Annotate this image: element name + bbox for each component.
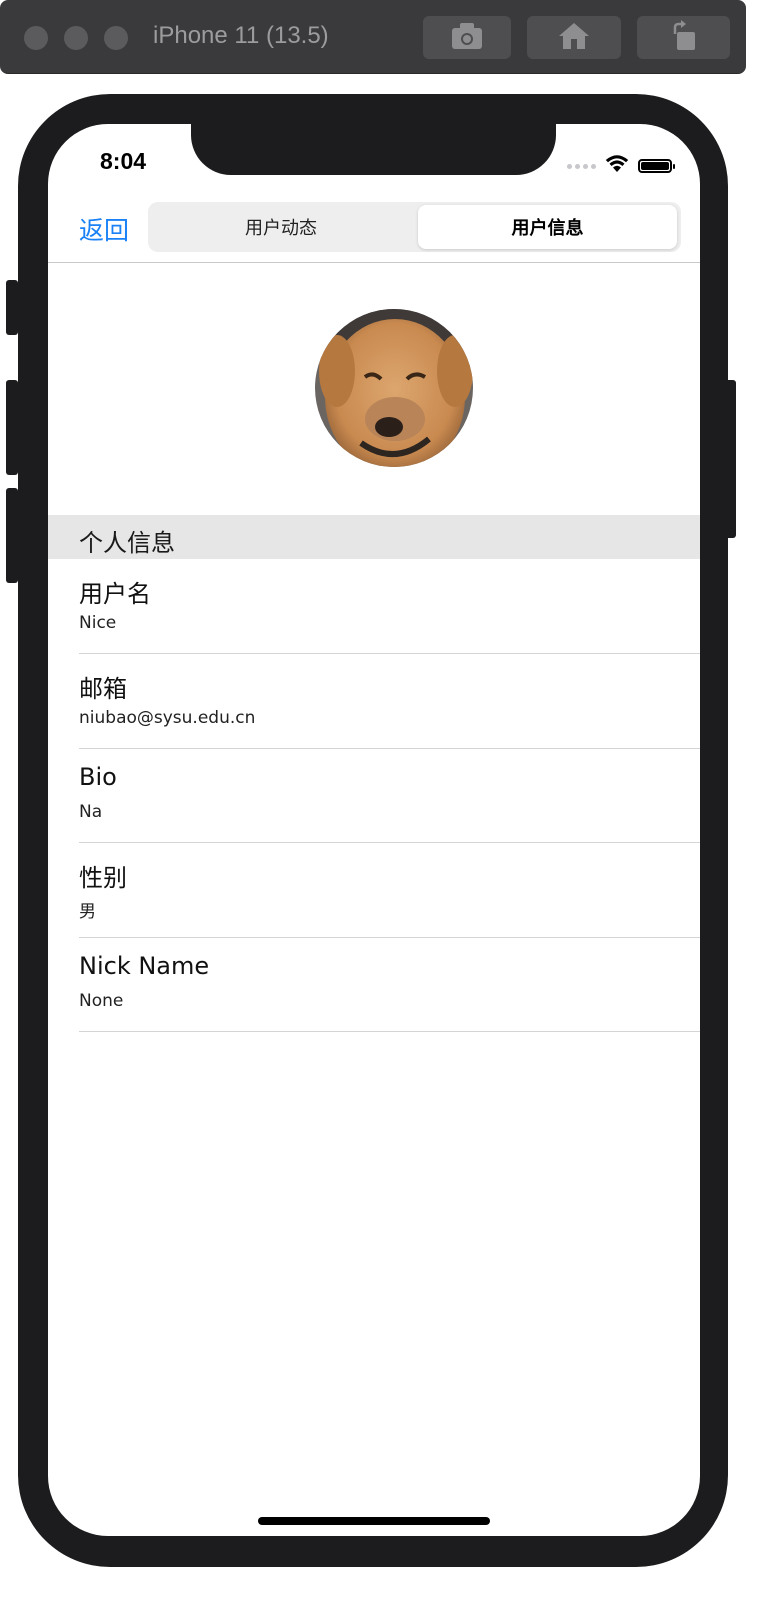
home-button[interactable] (527, 16, 621, 59)
row-value: niubao@sysu.edu.cn (79, 708, 256, 728)
info-row-email[interactable]: 邮箱 niubao@sysu.edu.cn (79, 654, 700, 749)
section-title: 个人信息 (79, 529, 175, 557)
home-icon (557, 21, 591, 55)
cellular-signal-icon (567, 163, 596, 169)
row-title: Nick Name (79, 952, 210, 980)
status-time: 8:04 (100, 148, 147, 174)
battery-icon (638, 159, 675, 173)
info-row-gender[interactable]: 性别 男 (79, 843, 700, 938)
volume-up-button (6, 380, 18, 475)
back-button[interactable]: 返回 (79, 211, 129, 247)
info-row-bio[interactable]: Bio Na (79, 748, 700, 843)
rotate-icon (667, 19, 701, 56)
close-window-button[interactable] (24, 26, 48, 50)
notch (191, 124, 556, 175)
status-icons (567, 154, 675, 178)
tab-user-info[interactable]: 用户信息 (418, 205, 677, 249)
row-title: 邮箱 (79, 675, 127, 703)
section-header: 个人信息 (48, 515, 700, 559)
volume-down-button (6, 488, 18, 583)
nav-divider (48, 262, 700, 263)
home-indicator[interactable] (258, 1517, 490, 1525)
screenshot-button[interactable] (423, 16, 511, 59)
rotate-button[interactable] (637, 16, 730, 59)
segmented-control: 用户动态 用户信息 (148, 202, 681, 252)
row-value: None (79, 991, 124, 1011)
row-value: 男 (79, 902, 96, 922)
row-separator (79, 1031, 700, 1032)
row-title: Bio (79, 763, 117, 791)
zoom-window-button[interactable] (104, 26, 128, 50)
screenshot-icon (450, 21, 484, 55)
info-row-username[interactable]: 用户名 Nice (79, 559, 700, 654)
row-title: 性别 (79, 864, 127, 892)
info-row-nickname[interactable]: Nick Name None (79, 937, 700, 1032)
minimize-window-button[interactable] (64, 26, 88, 50)
row-title: 用户名 (79, 580, 151, 608)
tab-user-activity[interactable]: 用户动态 (152, 205, 410, 249)
phone-screen: 8:04 返回 用户动态 用户信息 个人信息 用户名 Nice 邮箱 niuba… (48, 124, 700, 1536)
avatar[interactable] (315, 309, 473, 467)
row-value: Nice (79, 613, 117, 633)
mute-switch (6, 280, 18, 335)
simulator-title: iPhone 11 (13.5) (153, 22, 329, 49)
row-value: Na (79, 802, 103, 822)
simulator-titlebar: iPhone 11 (13.5) (0, 0, 746, 74)
wifi-icon (604, 154, 630, 178)
